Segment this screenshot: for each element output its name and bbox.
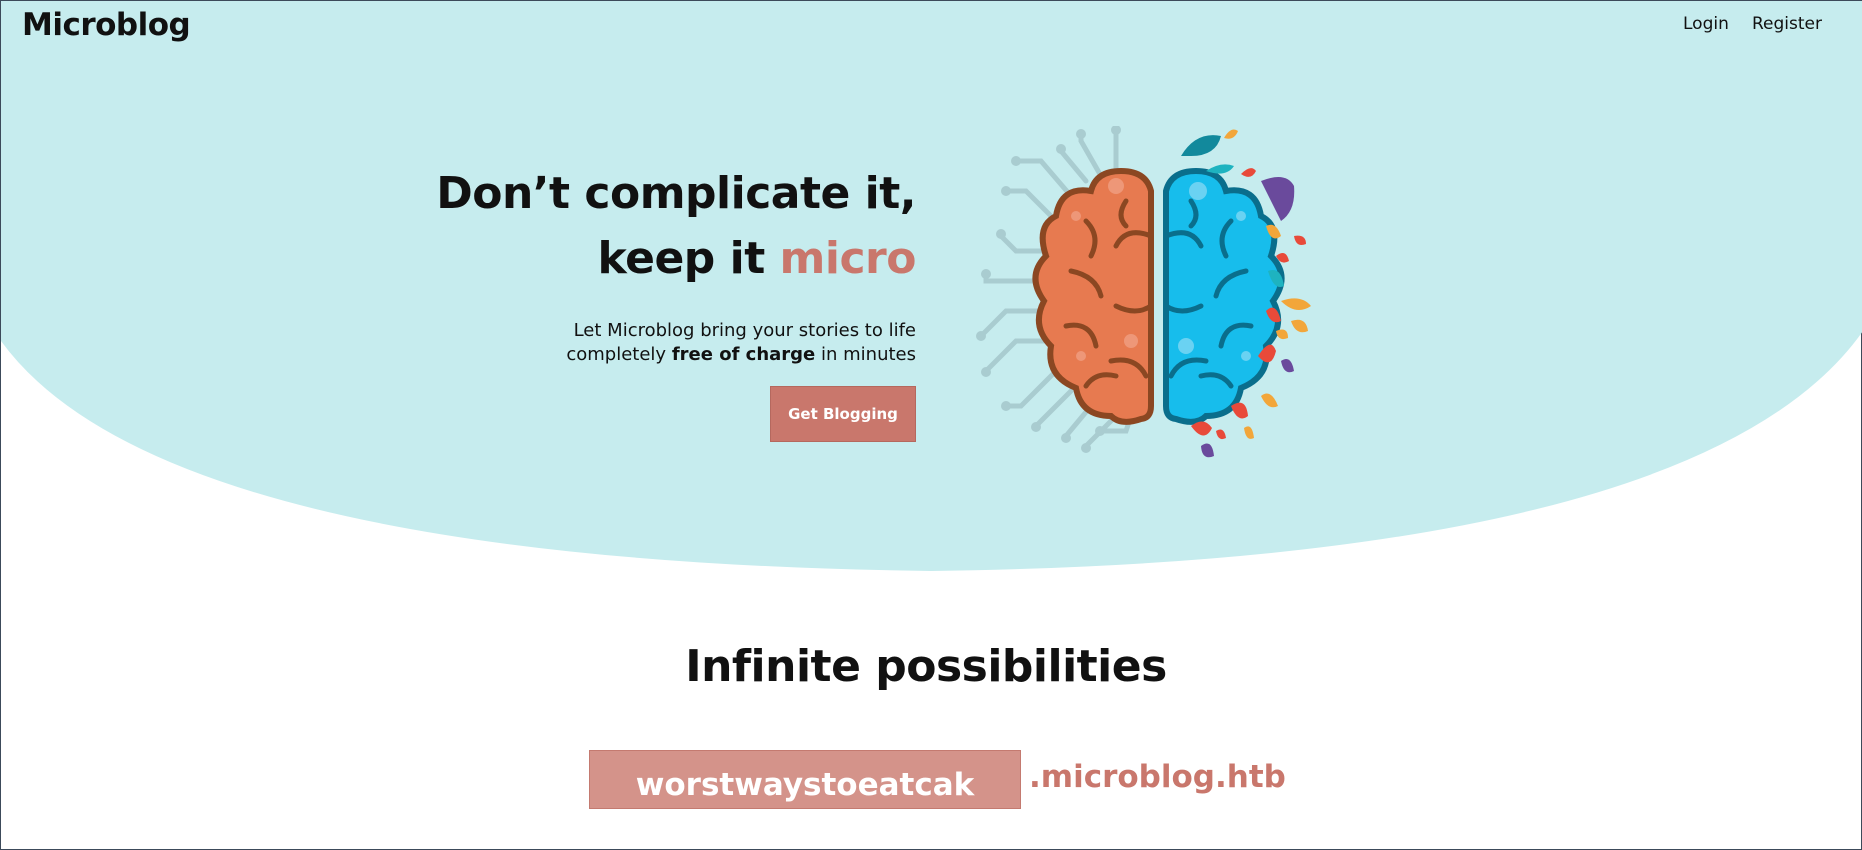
sub-line2-bold: free of charge [671, 344, 816, 365]
brain-illustration-icon [976, 126, 1311, 458]
hero-headline: Don’t complicate it, keep it micro [381, 161, 916, 291]
login-link[interactable]: Login [1683, 14, 1729, 34]
get-blogging-button[interactable]: Get Blogging [770, 386, 916, 442]
hero-text: Don’t complicate it, keep it micro Let M… [381, 161, 916, 367]
section-title: Infinite possibilities [685, 641, 1167, 692]
domain-suffix: .microblog.htb [1029, 759, 1286, 795]
register-link[interactable]: Register [1752, 14, 1822, 34]
subdomain-input[interactable]: worstwaystoeatcak [589, 750, 1021, 809]
top-nav: Microblog Login Register [1, 1, 1862, 51]
sub-line1: Let Microblog bring your stories to life [573, 320, 916, 341]
hero-background [1, 1, 1862, 571]
sub-line2-suffix: in minutes [815, 344, 916, 365]
sub-line2-prefix: completely [566, 344, 672, 365]
brand-logo[interactable]: Microblog [22, 7, 191, 43]
headline-accent: micro [779, 233, 917, 284]
headline-line2-prefix: keep it [597, 233, 780, 284]
hero-subtitle: Let Microblog bring your stories to life… [381, 319, 916, 367]
headline-line1: Don’t complicate it, [436, 168, 916, 219]
